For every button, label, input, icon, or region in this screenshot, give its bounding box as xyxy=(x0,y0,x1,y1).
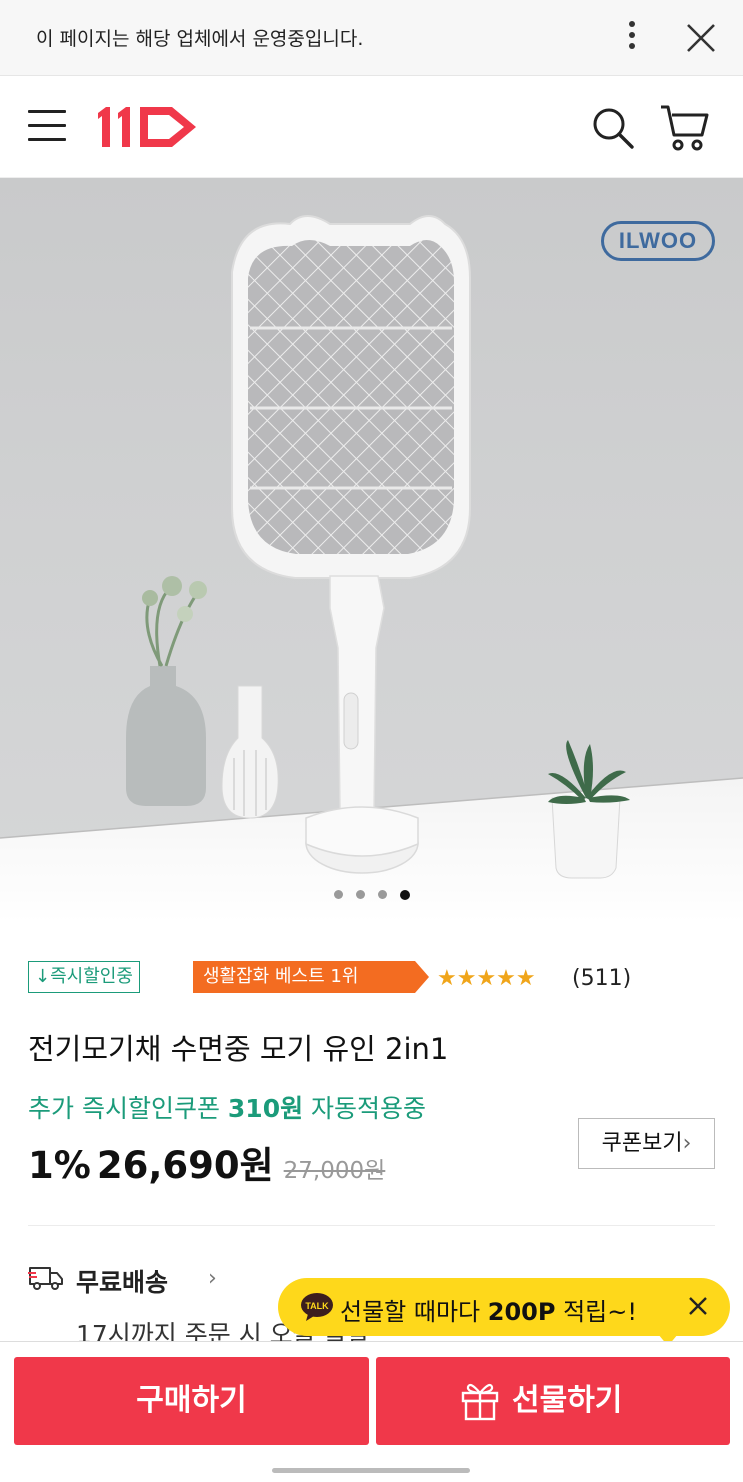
sale-price: 26,690원 xyxy=(96,1144,274,1187)
close-icon[interactable] xyxy=(683,20,719,56)
app-header xyxy=(0,77,743,178)
menu-icon[interactable] xyxy=(28,110,66,144)
free-shipping-label: 무료배송 xyxy=(76,1268,169,1297)
kakao-talk-icon: TALK xyxy=(301,1293,333,1321)
gift-icon xyxy=(461,1383,499,1421)
search-icon[interactable] xyxy=(590,105,636,151)
svg-text:TALK: TALK xyxy=(305,1301,329,1311)
truck-icon xyxy=(28,1267,63,1290)
carousel-dot[interactable] xyxy=(378,890,387,899)
brand-mark: ILWOO xyxy=(601,221,715,261)
buy-button[interactable]: 구매하기 xyxy=(14,1357,369,1445)
discount-rate: 1% xyxy=(28,1144,91,1187)
close-icon[interactable] xyxy=(684,1292,712,1320)
product-photo xyxy=(0,215,743,923)
gift-button[interactable]: 선물하기 xyxy=(376,1357,730,1445)
divider xyxy=(28,1225,715,1226)
best-seller-badge: 생활잡화 베스트 1위 xyxy=(193,961,429,993)
carousel-dot[interactable] xyxy=(356,890,365,899)
view-coupon-button[interactable]: 쿠폰보기› xyxy=(578,1118,715,1169)
carousel-dot[interactable] xyxy=(334,890,343,899)
product-image-carousel[interactable]: ILWOO xyxy=(0,178,743,923)
notice-text: 이 페이지는 해당 업체에서 운영중입니다. xyxy=(36,28,364,50)
home-indicator xyxy=(272,1468,470,1473)
notice-bar: 이 페이지는 해당 업체에서 운영중입니다. xyxy=(0,0,743,76)
gift-points-tooltip[interactable]: TALK 선물할 때마다 200P 적립~! xyxy=(278,1278,730,1346)
chevron-right-icon: › xyxy=(682,1131,692,1156)
instant-discount-badge: ↓즉시할인중 xyxy=(28,961,140,993)
11st-logo[interactable] xyxy=(96,103,200,149)
original-price: 27,000원 xyxy=(283,1158,386,1184)
chevron-right-icon: › xyxy=(208,1266,217,1291)
more-options-icon[interactable] xyxy=(620,18,644,58)
rating-stars: ★★★★★ xyxy=(437,966,536,991)
review-count[interactable]: (511) xyxy=(572,966,631,991)
carousel-indicator xyxy=(334,884,423,900)
gift-button-label: 선물하기 xyxy=(512,1383,623,1418)
product-title: 전기모기채 수면중 모기 유인 2in1 xyxy=(28,1032,449,1066)
carousel-dot-active[interactable] xyxy=(400,889,410,900)
cart-icon[interactable] xyxy=(658,103,710,153)
gift-points-text: 선물할 때마다 200P 적립~! xyxy=(340,1298,637,1326)
coupon-amount: 310원 xyxy=(227,1094,304,1123)
auto-coupon-notice: 추가 즉시할인쿠폰 310원 자동적용중 xyxy=(28,1094,427,1123)
price-row: 1% 26,690원 27,000원 xyxy=(28,1135,385,1189)
